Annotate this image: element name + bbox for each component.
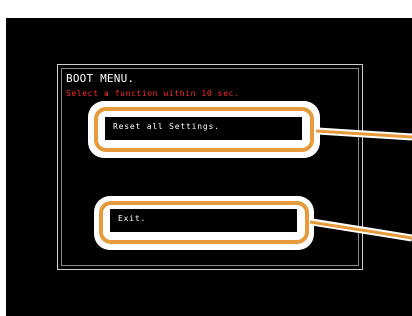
- callout-line-exit: [309, 220, 412, 240]
- callout-lines: [309, 127, 412, 242]
